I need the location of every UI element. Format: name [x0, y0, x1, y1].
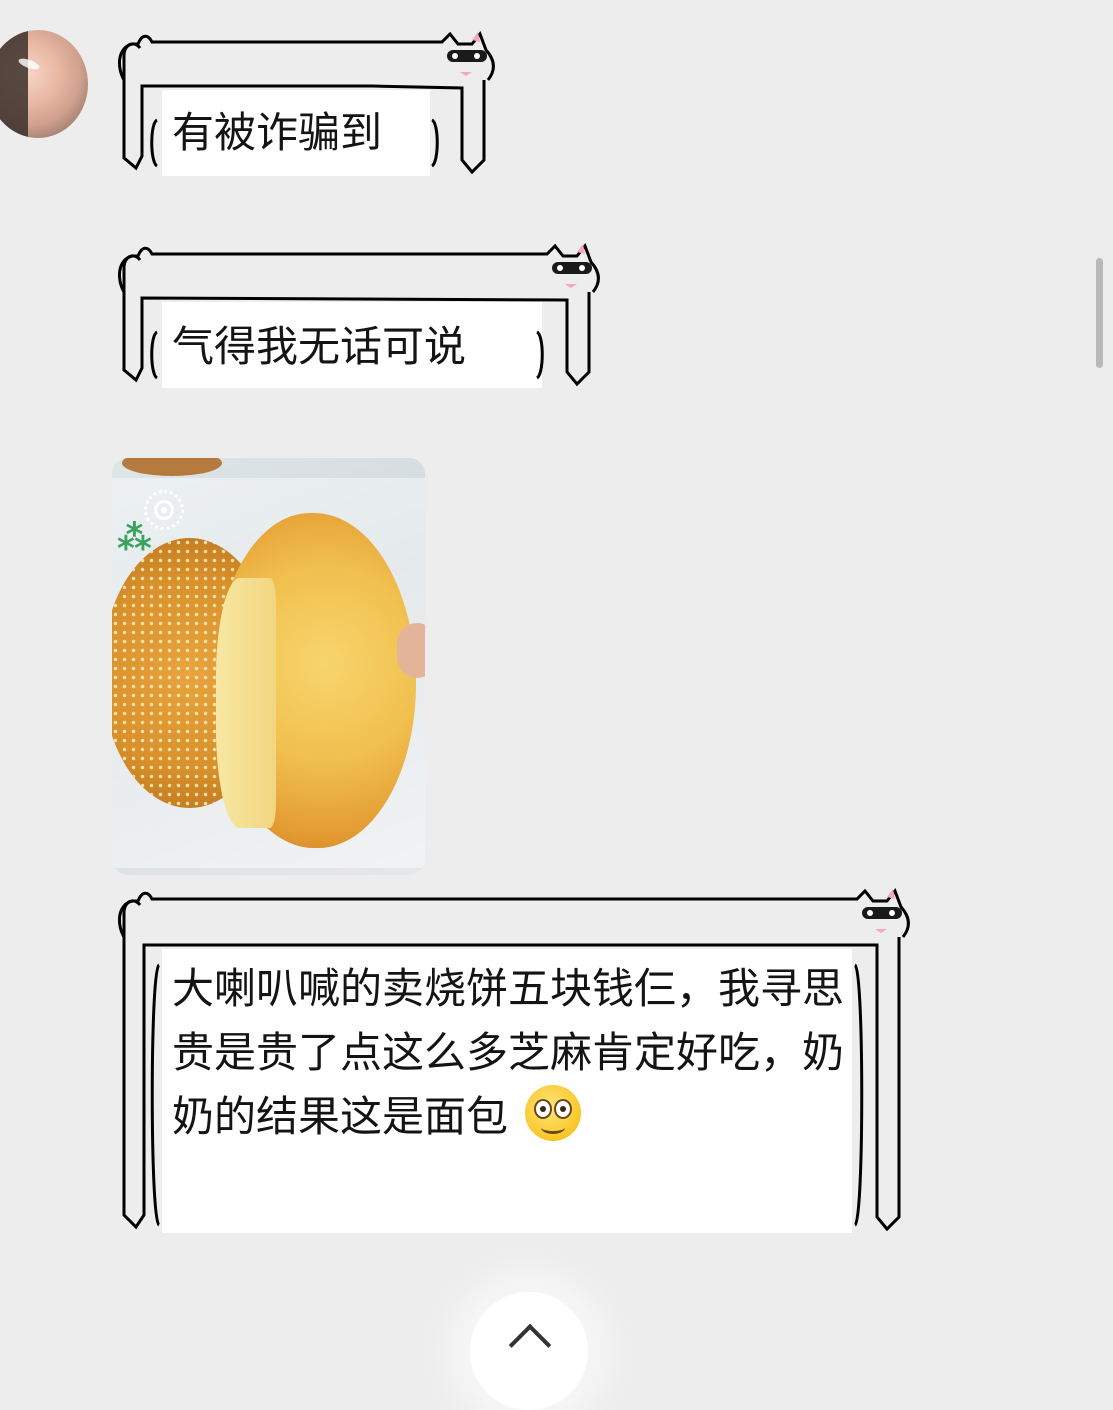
message-text: 有被诈骗到: [172, 108, 383, 157]
scroll-down-button[interactable]: [470, 1292, 588, 1410]
avatar[interactable]: [0, 30, 88, 138]
message-text: 大喇叭喊的卖烧饼五块钱仨，我寻思贵是贵了点这么多芝麻肯定好吃，奶奶的结果这是面包: [172, 964, 845, 1141]
photo-detail: [216, 578, 276, 828]
avatar-hair: [0, 30, 28, 138]
message-text: 气得我无话可说: [172, 322, 467, 371]
scrollbar[interactable]: [1096, 258, 1103, 368]
message-text-block: 大喇叭喊的卖烧饼五块钱仨，我寻思贵是贵了点这么多芝麻肯定好吃，奶奶的结果这是面包: [172, 957, 852, 1149]
emoji-mouth: [541, 1121, 566, 1134]
message-bubble[interactable]: 大喇叭喊的卖烧饼五块钱仨，我寻思贵是贵了点这么多芝麻肯定好吃，奶奶的结果这是面包: [112, 885, 912, 1235]
photo-detail: [122, 458, 222, 476]
message-bubble[interactable]: 气得我无话可说: [112, 240, 602, 390]
emoji-eye: [534, 1099, 553, 1119]
live-photo-icon[interactable]: [144, 490, 184, 530]
emoji-eye: [554, 1099, 573, 1119]
message-bubble[interactable]: 有被诈骗到: [112, 28, 497, 178]
photo-detail: ⁂: [117, 518, 152, 558]
smiling-face-emoji: [525, 1085, 582, 1141]
chevron-down-icon: [508, 1323, 552, 1367]
message-photo[interactable]: ⁂: [112, 458, 425, 875]
photo-detail: [397, 623, 425, 678]
